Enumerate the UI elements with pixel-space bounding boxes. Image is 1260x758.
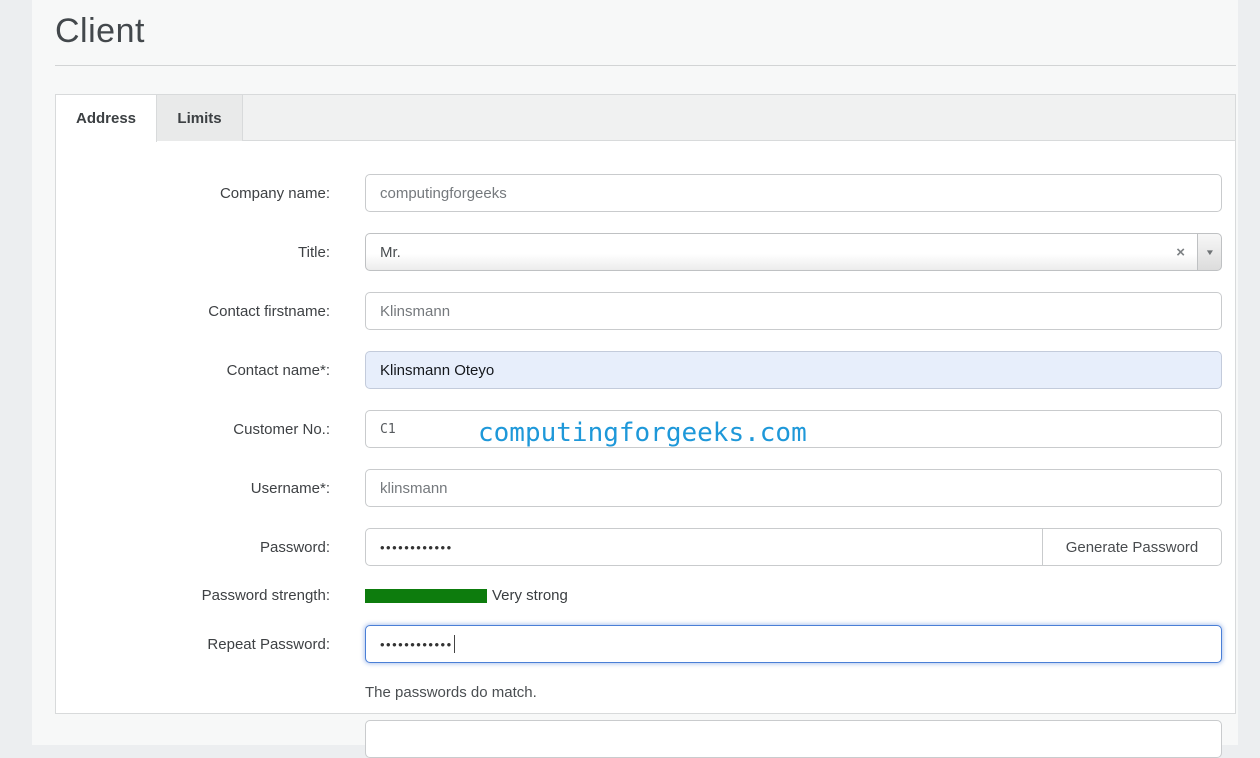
contact-name-row: Contact name*:	[56, 351, 1235, 389]
password-strength-label: Password strength:	[201, 587, 330, 604]
tab-limits[interactable]: Limits	[157, 95, 243, 141]
password-label: Password:	[259, 538, 330, 556]
contact-name-label: Contact name*:	[226, 361, 330, 379]
contact-firstname-row: Contact firstname:	[56, 292, 1235, 330]
title-dropdown-button[interactable]: ▼	[1197, 233, 1222, 271]
passwords-match-message: The passwords do match.	[365, 684, 537, 701]
generate-password-button[interactable]: Generate Password	[1043, 528, 1222, 566]
contact-firstname-label: Contact firstname:	[208, 302, 330, 320]
next-field-row	[56, 720, 1235, 758]
chevron-down-icon: ▼	[1204, 247, 1215, 257]
company-name-input[interactable]	[365, 174, 1222, 212]
username-label: Username*:	[250, 479, 330, 497]
text-cursor	[453, 635, 455, 653]
title-combobox[interactable]: Mr. × ▼	[365, 233, 1222, 271]
password-strength-row: Password strength: Very strong	[56, 587, 1235, 604]
username-input[interactable]	[365, 469, 1222, 507]
customer-no-label: Customer No.:	[233, 420, 330, 438]
client-address-form: Company name: Title: Mr. × ▼	[56, 141, 1235, 758]
tab-panel: Address Limits Company name: Title: Mr. …	[55, 94, 1236, 758]
next-partial-input[interactable]	[365, 720, 1222, 758]
header-divider	[55, 65, 1236, 66]
repeat-password-input[interactable]: ••••••••••••	[365, 625, 1222, 663]
username-row: Username*:	[56, 469, 1235, 507]
title-label: Title:	[298, 243, 330, 261]
password-row: Password: Generate Password	[56, 528, 1235, 566]
password-strength-status: Very strong	[492, 587, 568, 604]
contact-firstname-input[interactable]	[365, 292, 1222, 330]
contact-name-input[interactable]	[365, 351, 1222, 389]
password-strength-bar	[365, 588, 487, 603]
title-row: Title: Mr. × ▼	[56, 233, 1235, 271]
tab-address[interactable]: Address	[56, 95, 157, 142]
tab-bar: Address Limits	[56, 95, 1235, 142]
page-title: Client	[55, 12, 145, 50]
repeat-password-label: Repeat Password:	[207, 635, 330, 653]
password-input[interactable]	[365, 528, 1043, 566]
company-name-row: Company name:	[56, 174, 1235, 212]
repeat-password-row: Repeat Password: ••••••••••••	[56, 625, 1235, 663]
clear-selection-icon[interactable]: ×	[1176, 245, 1185, 260]
main-content: Client Address Limits Company name: Titl…	[32, 0, 1238, 758]
company-name-label: Company name:	[219, 184, 330, 202]
title-selected-value: Mr.	[380, 243, 401, 261]
customer-no-row: Customer No.: computingforgeeks.com	[56, 410, 1235, 448]
customer-no-input[interactable]	[365, 410, 1222, 448]
passwords-match-row: The passwords do match.	[56, 684, 1235, 701]
